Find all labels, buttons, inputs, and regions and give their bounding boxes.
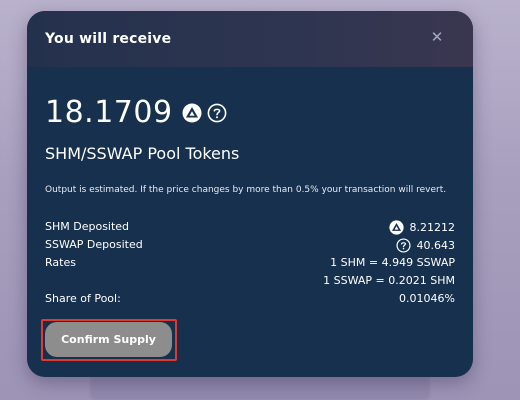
help-icon[interactable] xyxy=(207,103,227,123)
share-of-pool-label: Share of Pool: xyxy=(45,292,121,305)
estimate-notice: Output is estimated. If the price change… xyxy=(45,185,447,195)
rates-row-2: 1 SSWAP = 0.2021 SHM xyxy=(45,274,455,290)
shm-deposited-value-group: 8.21212 xyxy=(388,220,456,235)
rate-sswap-to-shm: 1 SSWAP = 0.2021 SHM xyxy=(323,274,455,287)
sswap-deposited-label: SSWAP Deposited xyxy=(45,238,143,251)
sswap-deposited-row: SSWAP Deposited 40.643 xyxy=(45,238,455,254)
pool-token-name: SHM/SSWAP Pool Tokens xyxy=(45,144,240,163)
sswap-token-icon xyxy=(395,238,411,253)
modal-header: You will receive ✕ xyxy=(27,11,473,67)
sswap-deposited-value-group: 40.643 xyxy=(395,238,456,253)
shm-token-icon xyxy=(388,220,404,235)
share-of-pool-row: Share of Pool: 0.01046% xyxy=(45,292,455,308)
rate-shm-to-sswap: 1 SHM = 4.949 SSWAP xyxy=(330,256,455,269)
rates-row: Rates 1 SHM = 4.949 SSWAP xyxy=(45,256,455,272)
shm-deposited-value: 8.21212 xyxy=(409,221,456,234)
amount-row: 18.1709 xyxy=(45,95,227,130)
shm-token-icon xyxy=(182,103,202,123)
shm-deposited-row: SHM Deposited 8.21212 xyxy=(45,220,455,236)
shm-deposited-label: SHM Deposited xyxy=(45,220,130,233)
receive-amount: 18.1709 xyxy=(45,95,173,130)
modal-title: You will receive xyxy=(45,31,172,47)
confirm-supply-button[interactable]: Confirm Supply xyxy=(45,322,172,357)
sswap-deposited-value: 40.643 xyxy=(416,239,456,252)
share-of-pool-value: 0.01046% xyxy=(399,292,455,305)
rates-label: Rates xyxy=(45,256,76,269)
close-icon[interactable]: ✕ xyxy=(429,29,445,45)
